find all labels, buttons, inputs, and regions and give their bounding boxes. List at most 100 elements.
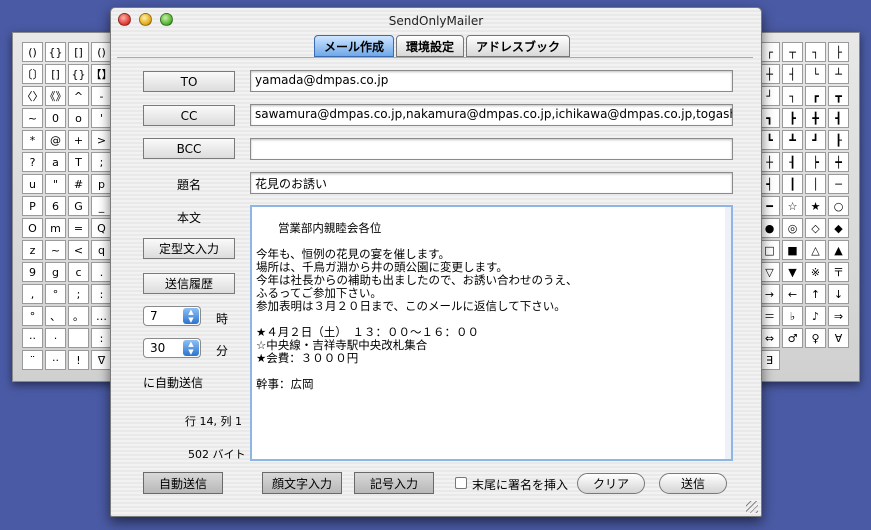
right-palette-cell[interactable]: ┓	[759, 108, 780, 128]
left-palette-cell[interactable]: {}	[45, 42, 66, 62]
right-palette-cell[interactable]: ★	[805, 196, 826, 216]
left-palette-cell[interactable]: =	[68, 218, 89, 238]
left-palette-cell[interactable]: ·	[45, 328, 66, 348]
right-palette-cell[interactable]: ┬	[782, 42, 803, 62]
body-textarea[interactable]: 営業部内親睦会各位 今年も、恒例の花見の宴を催します。 場所は、千鳥ガ淵から井の…	[250, 205, 733, 461]
right-palette-cell[interactable]: ━	[759, 196, 780, 216]
left-palette-cell[interactable]: 【】	[91, 64, 112, 84]
left-palette-cell[interactable]: u	[22, 174, 43, 194]
right-palette-cell[interactable]: ╋	[805, 108, 826, 128]
right-palette-cell[interactable]: ┣	[782, 108, 803, 128]
right-palette-cell[interactable]: ┿	[828, 152, 849, 172]
left-palette-cell[interactable]: 6	[45, 196, 66, 216]
to-button[interactable]: TO	[143, 71, 235, 92]
left-palette-cell[interactable]: >	[91, 130, 112, 150]
bcc-field[interactable]	[250, 138, 733, 160]
right-palette-cell[interactable]: ┨	[782, 152, 803, 172]
right-palette-cell[interactable]: ☆	[782, 196, 803, 216]
bcc-button[interactable]: BCC	[143, 138, 235, 159]
left-palette-cell[interactable]: ¨	[22, 350, 43, 370]
left-palette-cell[interactable]: *	[22, 130, 43, 150]
left-palette-cell[interactable]: ∇	[91, 350, 112, 370]
left-palette-cell[interactable]: 9	[22, 262, 43, 282]
right-palette-cell[interactable]: ●	[759, 218, 780, 238]
left-palette-cell[interactable]: P	[22, 196, 43, 216]
left-palette-cell[interactable]: °	[45, 284, 66, 304]
right-palette-cell[interactable]: ♀	[805, 328, 826, 348]
right-palette-cell[interactable]: ┛	[805, 130, 826, 150]
resize-grip-icon[interactable]	[746, 501, 758, 513]
right-palette-cell[interactable]: ┠	[828, 130, 849, 150]
right-palette-cell[interactable]: ＝	[759, 306, 780, 326]
right-palette-cell[interactable]: ┏	[805, 86, 826, 106]
right-palette-cell[interactable]: ∃	[759, 350, 780, 370]
left-palette-cell[interactable]: z	[22, 240, 43, 260]
left-palette-cell[interactable]: []	[45, 64, 66, 84]
right-palette-cell[interactable]: ∀	[828, 328, 849, 348]
cc-field[interactable]: sawamura@dmpas.co.jp,nakamura@dmpas.co.j…	[250, 104, 733, 126]
right-palette-cell[interactable]: ┘	[759, 86, 780, 106]
right-palette-cell[interactable]: ┐	[782, 86, 803, 106]
left-palette-cell[interactable]: .	[91, 262, 112, 282]
left-palette-cell[interactable]: g	[45, 262, 66, 282]
left-palette-cell[interactable]: p	[91, 174, 112, 194]
left-palette-cell[interactable]: []	[68, 42, 89, 62]
left-palette-cell[interactable]: O	[22, 218, 43, 238]
right-palette-cell[interactable]: ▲	[828, 240, 849, 260]
tab-compose[interactable]: メール作成	[314, 35, 395, 57]
right-palette-cell[interactable]: ┗	[759, 130, 780, 150]
right-palette-cell[interactable]: ⇔	[759, 328, 780, 348]
auto-send-button[interactable]: 自動送信	[143, 472, 223, 494]
right-palette-cell[interactable]: ├	[828, 42, 849, 62]
left-palette-cell[interactable]: T	[68, 152, 89, 172]
left-palette-cell[interactable]: 〔〕	[22, 64, 43, 84]
right-palette-cell[interactable]: 〒	[828, 262, 849, 282]
left-palette-cell[interactable]: -	[91, 86, 112, 106]
left-palette-cell[interactable]: a	[45, 152, 66, 172]
right-palette-cell[interactable]: ┐	[805, 42, 826, 62]
left-palette-cell[interactable]: 0	[45, 108, 66, 128]
left-palette-cell[interactable]: ;	[91, 152, 112, 172]
left-palette-cell[interactable]: +	[68, 130, 89, 150]
left-palette-cell[interactable]: ~	[45, 240, 66, 260]
right-palette-cell[interactable]: ▽	[759, 262, 780, 282]
clear-button[interactable]: クリア	[577, 473, 645, 494]
left-palette-cell[interactable]: :	[91, 328, 112, 348]
right-palette-cell[interactable]: ┼	[759, 64, 780, 84]
left-palette-cell[interactable]: …	[91, 306, 112, 326]
left-palette-cell[interactable]: q	[91, 240, 112, 260]
right-palette-cell[interactable]: ▼	[782, 262, 803, 282]
left-palette-cell[interactable]: ~	[22, 108, 43, 128]
left-palette-cell[interactable]: G	[68, 196, 89, 216]
right-palette-cell[interactable]: ←	[782, 284, 803, 304]
subject-field[interactable]: 花見のお誘い	[250, 172, 733, 194]
left-palette-cell[interactable]: ()	[91, 42, 112, 62]
right-palette-cell[interactable]: ┥	[759, 174, 780, 194]
right-palette-cell[interactable]: ♪	[805, 306, 826, 326]
to-field[interactable]: yamada@dmpas.co.jp	[250, 70, 733, 92]
left-palette-cell[interactable]: ()	[22, 42, 43, 62]
left-palette-cell[interactable]: !	[68, 350, 89, 370]
signature-checkbox[interactable]	[455, 477, 467, 489]
tab-settings[interactable]: 環境設定	[396, 35, 465, 57]
right-palette-cell[interactable]: ┃	[782, 174, 803, 194]
right-palette-cell[interactable]: │	[805, 174, 826, 194]
left-palette-cell[interactable]: 〈〉	[22, 86, 43, 106]
right-palette-cell[interactable]: ※	[805, 262, 826, 282]
right-palette-cell[interactable]: △	[805, 240, 826, 260]
right-palette-cell[interactable]: ┤	[782, 64, 803, 84]
left-palette-cell[interactable]: '	[91, 108, 112, 128]
body-scrollbar[interactable]	[725, 207, 731, 459]
left-palette-cell[interactable]: _	[91, 196, 112, 216]
template-button[interactable]: 定型文入力	[143, 238, 235, 259]
left-palette-cell[interactable]: Q	[91, 218, 112, 238]
right-palette-cell[interactable]: ┌	[759, 42, 780, 62]
left-palette-cell[interactable]: ?	[22, 152, 43, 172]
hour-select[interactable]: 7 ▲ ▼	[143, 306, 201, 326]
right-palette-cell[interactable]: ─	[828, 174, 849, 194]
tab-address-book[interactable]: アドレスブック	[466, 35, 571, 57]
minute-select[interactable]: 30 ▲ ▼	[143, 338, 201, 358]
right-palette-cell[interactable]: ◆	[828, 218, 849, 238]
right-palette-cell[interactable]: ┫	[828, 108, 849, 128]
right-palette-cell[interactable]: ┻	[782, 130, 803, 150]
